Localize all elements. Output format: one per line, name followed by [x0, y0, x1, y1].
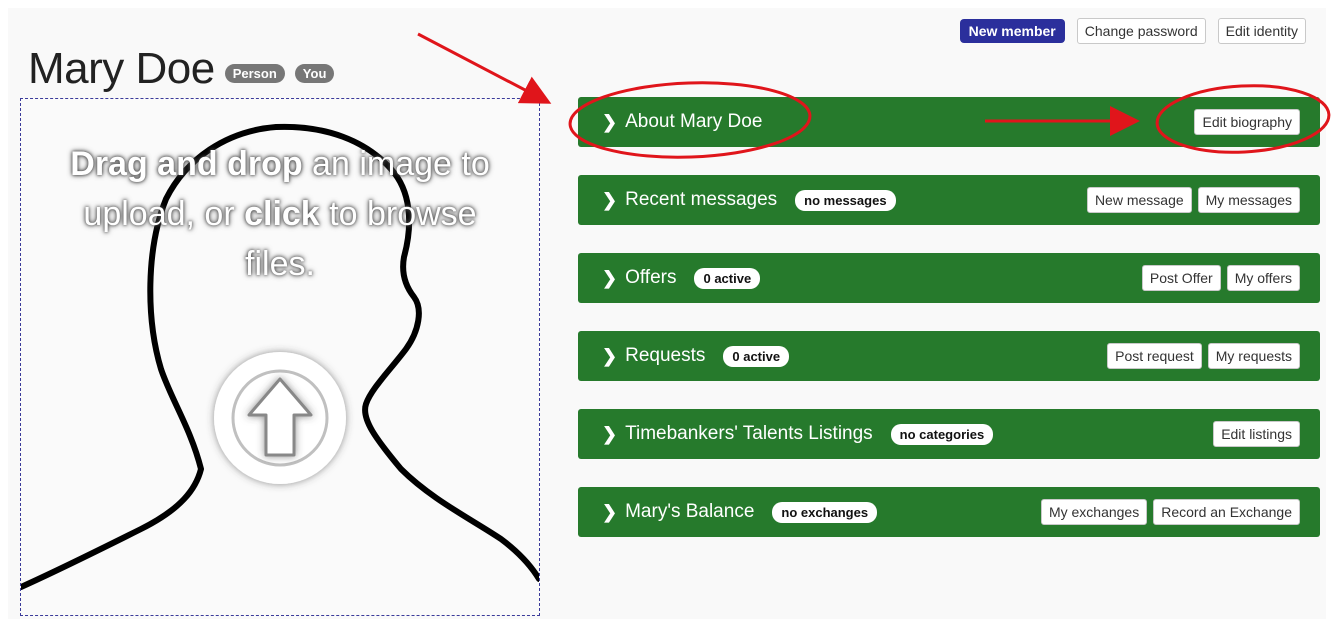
edit-identity-button[interactable]: Edit identity — [1217, 18, 1306, 44]
chevron-right-icon: ❯ — [602, 501, 618, 522]
chevron-right-icon: ❯ — [602, 267, 618, 288]
panel-recent-messages: ❯ Recent messages no messages New messag… — [578, 175, 1320, 225]
messages-count-badge: no messages — [795, 189, 896, 211]
chevron-right-icon: ❯ — [602, 189, 618, 210]
you-tag: You — [294, 63, 335, 83]
panel-about-actions: Edit biography — [1194, 109, 1300, 135]
image-upload-dropzone[interactable]: Drag and drop an image to upload, or cli… — [20, 98, 540, 616]
categories-count-badge: no categories — [890, 423, 994, 445]
post-request-button[interactable]: Post request — [1107, 343, 1202, 369]
page-title: Mary Doe — [28, 44, 215, 93]
panel-requests-actions: Post request My requests — [1107, 343, 1300, 369]
panel-about-toggle[interactable]: ❯ About Mary Doe — [578, 111, 762, 133]
panel-talents-listings-title: Timebankers' Talents Listings — [625, 423, 873, 444]
profile-header: Mary Doe Person You — [28, 44, 335, 94]
my-messages-button[interactable]: My messages — [1197, 187, 1300, 213]
panel-recent-messages-actions: New message My messages — [1086, 187, 1300, 213]
upload-arrow-icon[interactable] — [21, 99, 539, 615]
panel-talents-listings-toggle[interactable]: ❯ Timebankers' Talents Listings no categ… — [578, 423, 994, 445]
panel-about-title: About Mary Doe — [625, 111, 763, 132]
edit-biography-button[interactable]: Edit biography — [1194, 109, 1300, 135]
panel-offers: ❯ Offers 0 active Post Offer My offers — [578, 253, 1320, 303]
panel-recent-messages-toggle[interactable]: ❯ Recent messages no messages — [578, 189, 896, 211]
panel-requests: ❯ Requests 0 active Post request My requ… — [578, 331, 1320, 381]
new-member-badge: New member — [959, 19, 1065, 43]
exchanges-count-badge: no exchanges — [772, 501, 878, 523]
panel-balance-actions: My exchanges Record an Exchange — [1040, 499, 1300, 525]
panel-balance: ❯ Mary's Balance no exchanges My exchang… — [578, 487, 1320, 537]
requests-count-badge: 0 active — [723, 345, 790, 367]
panel-requests-title: Requests — [625, 345, 706, 366]
my-offers-button[interactable]: My offers — [1226, 265, 1300, 291]
chevron-right-icon: ❯ — [602, 423, 618, 444]
chevron-right-icon: ❯ — [602, 345, 618, 366]
panel-talents-listings-actions: Edit listings — [1213, 421, 1300, 447]
my-exchanges-button[interactable]: My exchanges — [1040, 499, 1148, 525]
person-tag: Person — [224, 63, 285, 83]
offers-count-badge: 0 active — [694, 267, 761, 289]
panel-balance-title: Mary's Balance — [625, 501, 755, 522]
top-actions: New member Change password Edit identity — [959, 18, 1306, 44]
panel-offers-title: Offers — [625, 267, 677, 288]
chevron-right-icon: ❯ — [602, 111, 618, 132]
panel-about: ❯ About Mary Doe Edit biography — [578, 97, 1320, 147]
new-message-button[interactable]: New message — [1086, 187, 1192, 213]
panel-offers-toggle[interactable]: ❯ Offers 0 active — [578, 267, 761, 289]
panel-offers-actions: Post Offer My offers — [1141, 265, 1300, 291]
panel-talents-listings: ❯ Timebankers' Talents Listings no categ… — [578, 409, 1320, 459]
post-offer-button[interactable]: Post Offer — [1141, 265, 1221, 291]
change-password-button[interactable]: Change password — [1076, 18, 1206, 44]
my-requests-button[interactable]: My requests — [1207, 343, 1300, 369]
record-exchange-button[interactable]: Record an Exchange — [1153, 499, 1300, 525]
panel-requests-toggle[interactable]: ❯ Requests 0 active — [578, 345, 790, 367]
panel-balance-toggle[interactable]: ❯ Mary's Balance no exchanges — [578, 501, 878, 523]
edit-listings-button[interactable]: Edit listings — [1213, 421, 1300, 447]
panel-recent-messages-title: Recent messages — [625, 189, 778, 210]
